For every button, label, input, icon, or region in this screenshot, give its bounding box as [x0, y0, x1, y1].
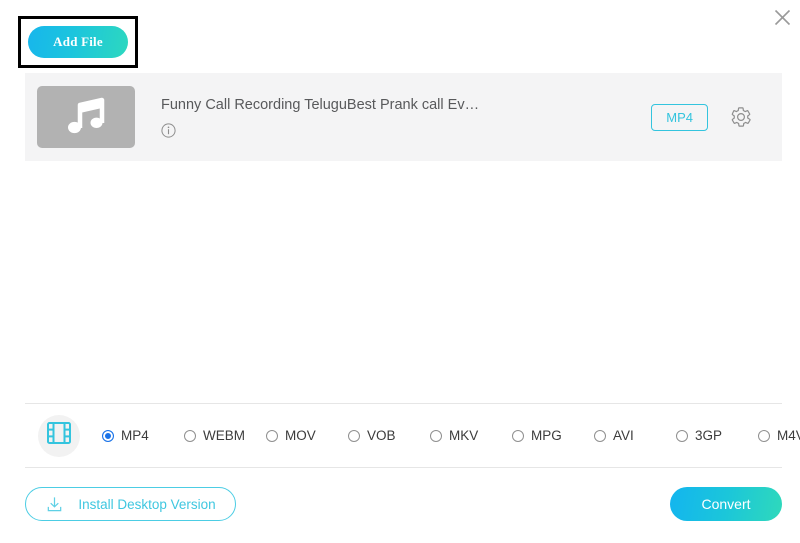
radio-indicator	[430, 429, 442, 442]
format-option-label: WEBM	[203, 428, 245, 443]
format-option-label: AVI	[613, 428, 634, 443]
download-icon	[45, 495, 64, 514]
format-option-label: MP4	[121, 428, 149, 443]
file-format-badge[interactable]: MP4	[651, 103, 708, 131]
radio-indicator	[348, 429, 360, 442]
add-file-highlight-box: Add File	[18, 16, 138, 68]
close-icon	[774, 9, 791, 26]
radio-indicator	[266, 429, 278, 442]
radio-indicator	[102, 429, 114, 442]
radio-indicator	[512, 429, 524, 442]
format-option-m4v[interactable]: M4V	[758, 428, 800, 443]
radio-indicator	[594, 429, 606, 442]
close-button[interactable]	[768, 3, 796, 31]
radio-indicator	[676, 429, 688, 442]
format-option-3gp[interactable]: 3GP	[676, 428, 758, 443]
film-strip-icon	[46, 420, 72, 451]
gear-icon[interactable]	[730, 106, 752, 128]
format-option-label: MPG	[531, 428, 562, 443]
install-desktop-version-label: Install Desktop Version	[78, 496, 216, 512]
music-note-icon	[64, 95, 108, 140]
format-option-webm[interactable]: WEBM	[184, 428, 266, 443]
format-option-label: MOV	[285, 428, 316, 443]
add-file-button[interactable]: Add File	[28, 26, 128, 58]
convert-button[interactable]: Convert	[670, 487, 782, 521]
format-option-vob[interactable]: VOB	[348, 428, 430, 443]
format-option-label: 3GP	[695, 428, 723, 443]
format-option-label: MKV	[449, 428, 479, 443]
format-radio-group: MP4 WEBM MOV VOB MKV MPG AVI 3GP M4	[102, 423, 800, 448]
radio-indicator	[758, 429, 770, 442]
format-option-mpg[interactable]: MPG	[512, 428, 594, 443]
format-option-label: VOB	[367, 428, 396, 443]
format-option-label: M4V	[777, 428, 800, 443]
info-icon[interactable]	[161, 122, 176, 138]
file-info: Funny Call Recording TeluguBest Prank ca…	[161, 97, 651, 138]
format-option-mp4[interactable]: MP4	[102, 428, 184, 443]
format-selector-bar: MP4 WEBM MOV VOB MKV MPG AVI 3GP M4	[25, 403, 800, 468]
format-option-avi[interactable]: AVI	[594, 428, 676, 443]
format-option-mov[interactable]: MOV	[266, 428, 348, 443]
radio-indicator	[184, 429, 196, 442]
file-list-item[interactable]: Funny Call Recording TeluguBest Prank ca…	[25, 73, 782, 161]
video-format-tab[interactable]	[38, 414, 80, 457]
install-desktop-version-button[interactable]: Install Desktop Version	[25, 487, 236, 521]
file-name-label: Funny Call Recording TeluguBest Prank ca…	[161, 96, 480, 113]
file-thumbnail	[37, 86, 135, 148]
format-option-mkv[interactable]: MKV	[430, 428, 512, 443]
